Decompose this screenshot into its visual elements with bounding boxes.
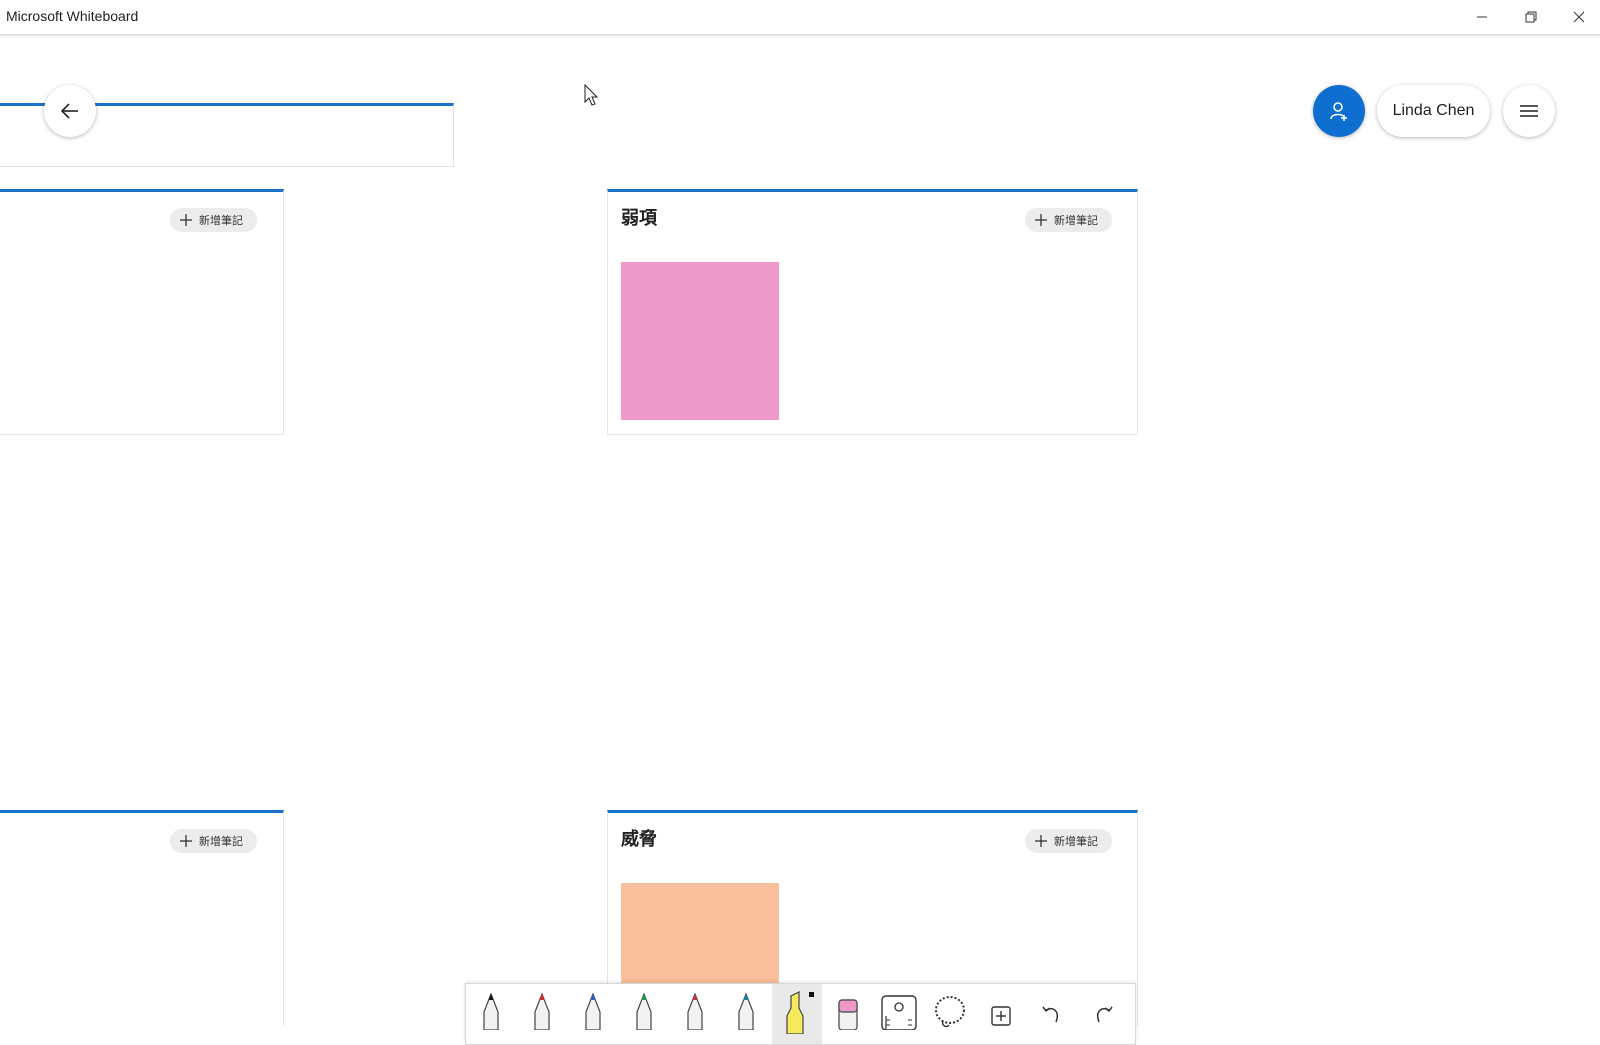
add-note-label: 新增筆記	[1054, 214, 1098, 227]
panel-weaknesses: 弱項 新增筆記	[607, 189, 1138, 435]
window-title: Microsoft Whiteboard	[6, 8, 139, 24]
highlighter-icon	[786, 991, 814, 1034]
title-bar: Microsoft Whiteboard	[0, 0, 1600, 35]
insert-icon	[991, 1006, 1011, 1026]
eraser-tool[interactable]	[823, 984, 873, 1044]
eraser-icon	[838, 999, 858, 1030]
plus-icon	[1035, 835, 1047, 847]
insert-tool[interactable]	[976, 984, 1026, 1044]
menu-button[interactable]	[1503, 85, 1555, 137]
pen-black-tool[interactable]	[466, 984, 516, 1044]
restore-button[interactable]	[1507, 0, 1555, 34]
whiteboard-canvas[interactable]: Linda Chen 新增筆記 弱項 新增筆記 新增筆記 威脅 新增筆記	[0, 35, 1600, 1026]
pen-red-icon	[534, 992, 550, 1030]
back-arrow-icon	[60, 103, 78, 119]
inking-toolbar	[465, 983, 1136, 1045]
panel-title: 弱項	[621, 208, 657, 229]
panel-opportunities: 新增筆記	[0, 810, 284, 1026]
invite-button[interactable]	[1313, 85, 1365, 137]
redo-button[interactable]	[1078, 984, 1128, 1044]
add-note-label: 新增筆記	[1054, 835, 1098, 848]
pen-green-icon	[636, 992, 652, 1030]
sticky-note-pink[interactable]	[621, 262, 779, 420]
plus-icon	[180, 214, 192, 226]
undo-button[interactable]	[1027, 984, 1077, 1044]
add-note-label: 新增筆記	[199, 835, 243, 848]
redo-icon	[1097, 1006, 1113, 1023]
add-person-icon	[1330, 102, 1347, 121]
add-note-label: 新增筆記	[199, 214, 243, 227]
plus-icon	[180, 835, 192, 847]
ruler-icon	[881, 995, 917, 1030]
mouse-cursor-icon	[584, 84, 599, 106]
lasso-tool[interactable]	[925, 984, 975, 1044]
pen-teal-icon	[738, 992, 754, 1030]
add-note-button[interactable]: 新增筆記	[1025, 829, 1112, 853]
lasso-icon	[935, 996, 965, 1028]
user-account-button[interactable]: Linda Chen	[1377, 85, 1490, 137]
add-note-button[interactable]: 新增筆記	[170, 829, 257, 853]
add-note-button[interactable]: 新增筆記	[1025, 208, 1112, 232]
hamburger-menu-icon	[1520, 105, 1538, 117]
pen-blue-tool[interactable]	[568, 984, 618, 1044]
minimize-button[interactable]	[1458, 0, 1506, 34]
restore-icon	[1525, 11, 1537, 23]
ruler-tool[interactable]	[874, 984, 924, 1044]
close-icon	[1573, 11, 1585, 23]
add-note-button[interactable]: 新增筆記	[170, 208, 257, 232]
pen-green-tool[interactable]	[619, 984, 669, 1044]
minimize-icon	[1477, 16, 1487, 18]
pen-red-tool[interactable]	[517, 984, 567, 1044]
back-button[interactable]	[44, 85, 96, 137]
panel-title: 威脅	[621, 829, 657, 850]
highlighter-tool[interactable]	[772, 984, 822, 1044]
pen-black-icon	[483, 992, 499, 1030]
close-button[interactable]	[1555, 0, 1600, 34]
undo-icon	[1042, 1006, 1058, 1023]
plus-icon	[1035, 214, 1047, 226]
pen-red-2-tool[interactable]	[670, 984, 720, 1044]
pen-red-icon	[687, 992, 703, 1030]
pen-teal-tool[interactable]	[721, 984, 771, 1044]
pen-blue-icon	[585, 992, 601, 1030]
panel-strengths: 新增筆記	[0, 189, 284, 435]
